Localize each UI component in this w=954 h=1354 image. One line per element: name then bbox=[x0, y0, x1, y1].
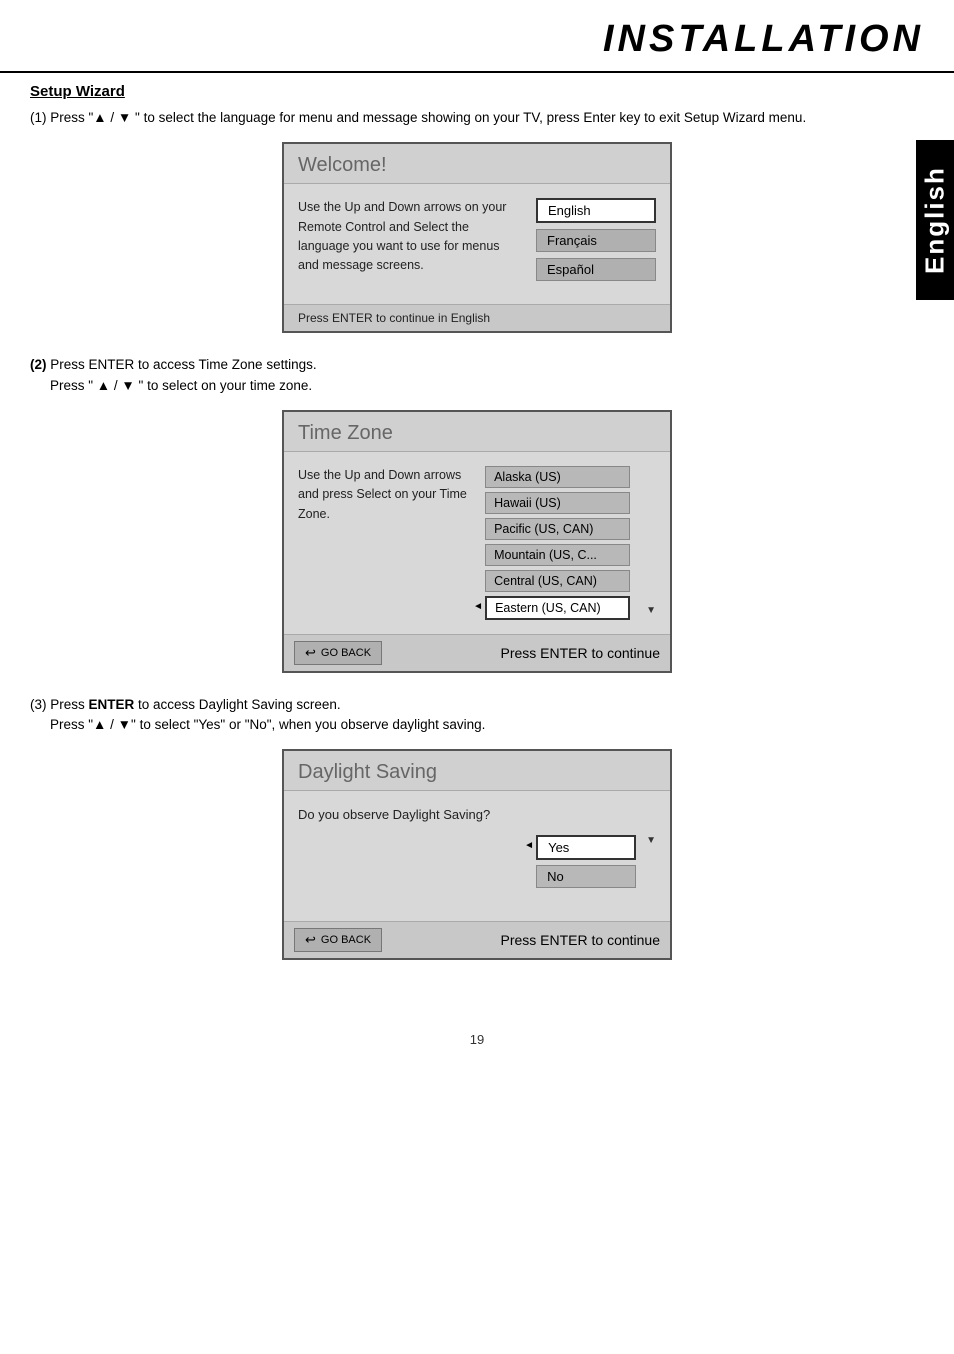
timezone-options: Alaska (US) Hawaii (US) Pacific (US, CAN… bbox=[485, 466, 630, 620]
timezone-footer-text: Press ENTER to continue bbox=[500, 645, 660, 661]
scroll-arrows: ▼ bbox=[646, 466, 656, 620]
welcome-screen-title: Welcome! bbox=[284, 144, 670, 184]
language-option-english[interactable]: English bbox=[536, 198, 656, 223]
ds-option-no[interactable]: No bbox=[536, 865, 636, 888]
daylight-screen-title: Daylight Saving bbox=[284, 751, 670, 791]
welcome-body-text: Use the Up and Down arrows on your Remot… bbox=[298, 198, 520, 290]
scroll-down-arrow: ▼ bbox=[646, 605, 656, 616]
daylight-screen: Daylight Saving Do you observe Daylight … bbox=[282, 749, 672, 960]
step1-instruction: (1) Press "▲ / ▼ " to select the languag… bbox=[30, 108, 924, 128]
welcome-screen-body: Use the Up and Down arrows on your Remot… bbox=[284, 184, 670, 304]
page-title: INSTALLATION bbox=[30, 18, 924, 61]
step2-instruction: (2) Press ENTER to access Time Zone sett… bbox=[30, 355, 924, 396]
timezone-screen-title: Time Zone bbox=[284, 412, 670, 452]
page-header: INSTALLATION bbox=[0, 0, 954, 73]
timezone-screen: Time Zone Use the Up and Down arrows and… bbox=[282, 410, 672, 673]
step3-prefix: (3) Press bbox=[30, 697, 89, 712]
timezone-screen-body: Use the Up and Down arrows and press Sel… bbox=[284, 452, 670, 634]
timezone-body-text: Use the Up and Down arrows and press Sel… bbox=[298, 466, 469, 620]
back-arrow-icon: ↩ bbox=[305, 645, 316, 661]
tz-option-alaska[interactable]: Alaska (US) bbox=[485, 466, 630, 488]
step3-sub: Press "▲ / ▼" to select "Yes" or "No", w… bbox=[30, 717, 485, 732]
tz-option-mountain[interactable]: Mountain (US, C... bbox=[485, 544, 630, 566]
language-option-french[interactable]: Français bbox=[536, 229, 656, 252]
page-number: 19 bbox=[0, 1032, 954, 1047]
welcome-screen-container: Welcome! Use the Up and Down arrows on y… bbox=[30, 142, 924, 333]
step2-sub: Press " ▲ / ▼ " to select on your time z… bbox=[30, 378, 312, 393]
tz-option-pacific[interactable]: Pacific (US, CAN) bbox=[485, 518, 630, 540]
step3-instruction: (3) Press ENTER to access Daylight Savin… bbox=[30, 695, 924, 736]
ds-scroll-arrows: ▼ bbox=[646, 835, 656, 846]
go-back-button[interactable]: ↩ GO BACK bbox=[294, 641, 382, 665]
daylight-options: Yes No bbox=[536, 835, 636, 888]
daylight-go-back-button[interactable]: ↩ GO BACK bbox=[294, 928, 382, 952]
step2-text: Press ENTER to access Time Zone settings… bbox=[47, 357, 317, 372]
ds-scroll-down: ▼ bbox=[646, 835, 656, 846]
tz-option-eastern[interactable]: Eastern (US, CAN) bbox=[485, 596, 630, 620]
step3-bold: ENTER bbox=[89, 697, 135, 712]
language-option-spanish[interactable]: Español bbox=[536, 258, 656, 281]
section-title: Setup Wizard bbox=[30, 83, 924, 100]
english-tab: English bbox=[916, 140, 954, 300]
step3-suffix: to access Daylight Saving screen. bbox=[134, 697, 340, 712]
daylight-footer-text: Press ENTER to continue bbox=[500, 932, 660, 948]
main-content: Setup Wizard (1) Press "▲ / ▼ " to selec… bbox=[0, 83, 954, 1012]
welcome-screen-footer: Press ENTER to continue in English bbox=[284, 304, 670, 331]
step2-number: (2) bbox=[30, 357, 47, 372]
ds-option-yes[interactable]: Yes bbox=[536, 835, 636, 860]
timezone-screen-container: Time Zone Use the Up and Down arrows and… bbox=[30, 410, 924, 673]
welcome-screen: Welcome! Use the Up and Down arrows on y… bbox=[282, 142, 672, 333]
tz-option-hawaii[interactable]: Hawaii (US) bbox=[485, 492, 630, 514]
language-options: English Français Español bbox=[536, 198, 656, 290]
go-back-label: GO BACK bbox=[321, 647, 371, 659]
daylight-screen-container: Daylight Saving Do you observe Daylight … bbox=[30, 749, 924, 960]
daylight-screen-footer: ↩ GO BACK Press ENTER to continue bbox=[284, 921, 670, 958]
daylight-screen-body: Do you observe Daylight Saving? Yes No ▼ bbox=[284, 791, 670, 921]
daylight-back-arrow-icon: ↩ bbox=[305, 932, 316, 948]
timezone-screen-footer: ↩ GO BACK Press ENTER to continue bbox=[284, 634, 670, 671]
daylight-body-text: Do you observe Daylight Saving? bbox=[298, 805, 526, 825]
tz-option-central[interactable]: Central (US, CAN) bbox=[485, 570, 630, 592]
daylight-go-back-label: GO BACK bbox=[321, 934, 371, 946]
